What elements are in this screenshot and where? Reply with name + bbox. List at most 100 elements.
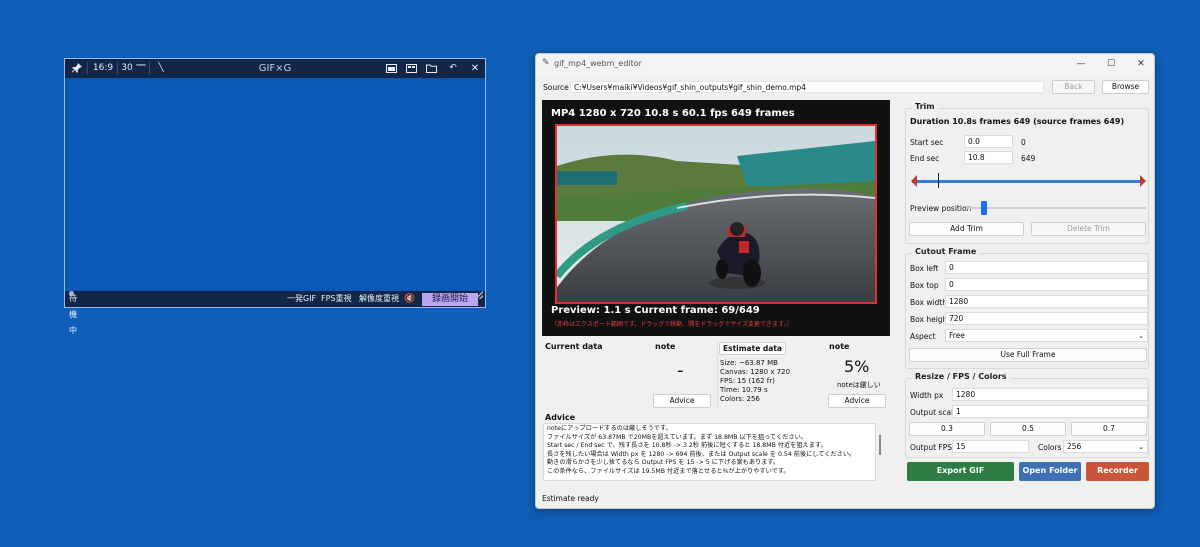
start-recording-button[interactable]: 録画開始 (422, 293, 479, 306)
box-width-input[interactable]: 1280 (945, 295, 1148, 308)
advice-scrollbar[interactable] (879, 435, 881, 455)
advice-button-estimate[interactable]: Advice (828, 394, 886, 408)
line-icon[interactable]: ╲ (153, 59, 169, 78)
resolution-priority-button[interactable]: 解像度重視 (359, 291, 399, 307)
estimate-time: Time: 10.79 s (720, 386, 768, 394)
box-top-label: Box top (910, 281, 939, 290)
note-title-current: note (655, 342, 676, 351)
status-bar: Estimate ready (542, 494, 599, 503)
box-top-input[interactable]: 0 (945, 278, 1148, 291)
back-button[interactable]: Back (1052, 80, 1095, 94)
output-scale-input[interactable]: 1 (952, 405, 1148, 418)
overlay-logo: GIF×G (258, 63, 292, 74)
advice-textbox[interactable]: noteにアップロードするのは厳しそうです。 ファイルサイズが 63.87MB … (543, 423, 876, 481)
editor-window: ✎ gif_mp4_webm_editor — ☐ ✕ Source C:¥Us… (535, 53, 1155, 509)
source-label: Source (543, 83, 569, 92)
close-icon[interactable]: ✕ (467, 59, 483, 78)
advice-button-current[interactable]: Advice (653, 394, 711, 408)
undo-icon[interactable]: ↶ (445, 59, 461, 78)
source-path-field[interactable]: C:¥Users¥maiki¥Videos¥gif_shin_outputs¥g… (570, 81, 1044, 93)
note-caption: noteは厳しい (837, 381, 881, 389)
trim-start-handle-icon[interactable] (911, 175, 919, 187)
export-gif-button[interactable]: Export GIF (907, 462, 1014, 481)
trim-timeline[interactable] (912, 180, 1144, 183)
note-panel-estimate: note 5% noteは厳しい Advice (827, 340, 887, 410)
capture-window-icon[interactable] (383, 59, 399, 78)
width-px-input[interactable]: 1280 (952, 388, 1148, 401)
advice-line: noteにアップロードするのは厳しそうです。 (547, 425, 672, 432)
video-preview[interactable]: MP4 1280 x 720 10.8 s 60.1 fps 649 frame… (542, 100, 890, 336)
video-info-header: MP4 1280 x 720 10.8 s 60.1 fps 649 frame… (551, 108, 795, 119)
chevron-down-icon: ⌄ (1138, 332, 1144, 340)
start-sec-label: Start sec (910, 138, 944, 147)
advice-line: ファイルサイズが 63.87MB で20MBを超えています。まず 18.8MB … (547, 433, 807, 441)
aspect-ratio-button[interactable]: 16:9 (91, 59, 115, 78)
aspect-select[interactable]: Free ⌄ (945, 329, 1148, 342)
note-value-current: - (677, 360, 684, 381)
aspect-value: Free (949, 331, 965, 340)
scale-preset-button[interactable]: 0.7 (1071, 422, 1147, 436)
capture-region-icon[interactable] (403, 59, 419, 78)
pin-icon[interactable] (69, 59, 85, 78)
box-height-input[interactable]: 720 (945, 312, 1148, 325)
output-scale-label: Output scale (910, 408, 958, 417)
resize-grip-icon[interactable] (475, 291, 483, 299)
add-trim-button[interactable]: Add Trim (909, 222, 1024, 236)
export-crop-frame[interactable] (555, 124, 877, 304)
folder-icon[interactable] (423, 59, 439, 78)
scale-preset-button[interactable]: 0.5 (990, 422, 1066, 436)
mute-icon[interactable]: 🔇 (404, 291, 415, 307)
fps-priority-button[interactable]: FPS重視 (321, 291, 352, 307)
colors-label: Colors (1038, 443, 1062, 452)
trim-end-handle-icon[interactable] (1138, 175, 1146, 187)
scale-preset-button[interactable]: 0.3 (909, 422, 985, 436)
recorder-statusbar: 待機中 一発GIF FPS重視 解像度重視 🔇 録画開始 (65, 291, 485, 335)
box-left-label: Box left (910, 264, 939, 273)
box-left-input[interactable]: 0 (945, 261, 1148, 274)
maximize-icon[interactable]: ☐ (1096, 54, 1126, 74)
title-bar: ✎ gif_mp4_webm_editor — ☐ ✕ (536, 54, 1154, 74)
one-shot-gif-button[interactable]: 一発GIF (287, 291, 316, 307)
note-panel-current: note - Advice (653, 340, 715, 410)
recorder-window: 16:9 30 ▔▔ ╲ GIF×G ↶ ✕ 待機中 一発GIF FPS重視 解… (64, 58, 486, 335)
advice-line: 動きの滑らかさを少し捨てるなら Output FPS を 15 -> 5 に下げ… (547, 459, 780, 467)
colors-value: 256 (1067, 442, 1082, 451)
start-sec-input[interactable]: 0.0 (964, 135, 1013, 148)
browse-button[interactable]: Browse (1102, 80, 1149, 94)
trim-playhead[interactable] (938, 173, 939, 188)
output-fps-label: Output FPS (910, 443, 953, 452)
recorder-button[interactable]: Recorder (1086, 462, 1149, 481)
aspect-label: Aspect (910, 332, 936, 341)
resize-title: Resize / FPS / Colors (912, 372, 1010, 381)
estimate-fps: FPS: 15 (162 fr) (720, 377, 775, 385)
fps-button[interactable]: 30 (119, 59, 135, 78)
colors-select[interactable]: 256 ⌄ (1063, 440, 1148, 453)
width-px-label: Width px (910, 391, 944, 400)
note-title-estimate: note (829, 342, 850, 351)
app-feather-icon: ✎ (542, 58, 550, 68)
current-data-panel: Current data (543, 340, 649, 410)
advice-title: Advice (545, 413, 576, 422)
output-fps-input[interactable]: 15 (952, 440, 1029, 453)
preview-position-label: Preview position (910, 204, 972, 213)
preview-position-track[interactable] (966, 201, 1146, 215)
fps-dropdown-icon[interactable]: ▔▔ (135, 59, 147, 78)
trim-summary: Duration 10.8s frames 649 (source frames… (910, 117, 1125, 126)
preview-position-thumb[interactable] (981, 201, 987, 215)
window-title: gif_mp4_webm_editor (554, 59, 642, 68)
estimate-data-button[interactable]: Estimate data (719, 342, 786, 355)
recorder-toolbar: 16:9 30 ▔▔ ╲ GIF×G ↶ ✕ (65, 59, 485, 78)
end-frame-value: 649 (1021, 154, 1036, 163)
status-label: 待機中 (69, 294, 77, 335)
delete-trim-button[interactable]: Delete Trim (1031, 222, 1146, 236)
open-folder-button[interactable]: Open Folder (1019, 462, 1081, 481)
end-sec-input[interactable]: 10.8 (964, 151, 1013, 164)
use-full-frame-button[interactable]: Use Full Frame (909, 348, 1147, 362)
cutout-title: Cutout Frame (912, 247, 980, 256)
close-window-icon[interactable]: ✕ (1126, 54, 1154, 74)
note-percent: 5% (844, 357, 870, 376)
preview-hint: （赤枠はエクスポート範囲です。ドラッグで移動、隅をドラッグでサイズ変更できます。… (551, 321, 793, 328)
minimize-icon[interactable]: — (1066, 54, 1096, 74)
box-width-label: Box width (910, 298, 947, 307)
advice-line: Start sec / End sec で、残す長さを 10.8秒 -> 3.2… (547, 442, 827, 450)
